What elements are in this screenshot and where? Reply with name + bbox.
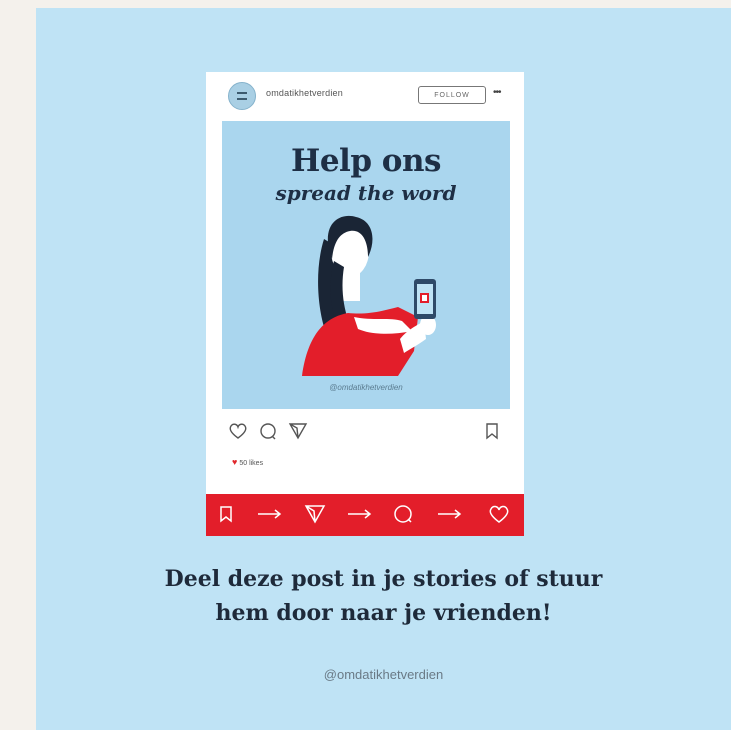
instagram-post-card: omdatikhetverdien FOLLOW ••• Help ons sp… [206, 72, 524, 494]
likes-heart-icon: ♥ [232, 457, 238, 467]
more-options-icon[interactable]: ••• [493, 87, 501, 98]
likes-count: ♥ 50 likes [232, 457, 263, 467]
heart-icon [489, 505, 509, 523]
comment-icon[interactable] [258, 422, 278, 440]
share-steps-bar [206, 494, 524, 536]
call-to-action-caption: Deel deze post in je stories of stuur he… [36, 562, 731, 630]
caption-line-2: hem door naar je vrienden! [215, 600, 552, 626]
profile-avatar[interactable] [228, 82, 256, 110]
footer-handle: @omdatikhetverdien [323, 667, 444, 682]
arrow-icon [438, 509, 462, 519]
send-icon [304, 505, 326, 524]
caption-line-1: Deel deze post in je stories of stuur [164, 566, 603, 592]
save-bookmark-icon[interactable] [484, 422, 500, 440]
arrow-icon [348, 509, 372, 519]
comment-icon [394, 505, 412, 523]
follow-button[interactable]: FOLLOW [418, 86, 486, 104]
post-header: omdatikhetverdien FOLLOW ••• [206, 72, 524, 120]
arrow-icon [258, 509, 282, 519]
woman-with-phone-illustration [302, 215, 436, 376]
likes-text: 50 likes [239, 460, 264, 467]
image-handle-text: @omdatikhetverdien [329, 383, 403, 392]
like-heart-icon[interactable] [228, 422, 248, 440]
bookmark-icon [220, 506, 232, 523]
send-icon[interactable] [288, 422, 308, 440]
post-username[interactable]: omdatikhetverdien [266, 88, 343, 98]
post-image: Help ons spread the word @omdatikhetverd… [222, 121, 510, 409]
